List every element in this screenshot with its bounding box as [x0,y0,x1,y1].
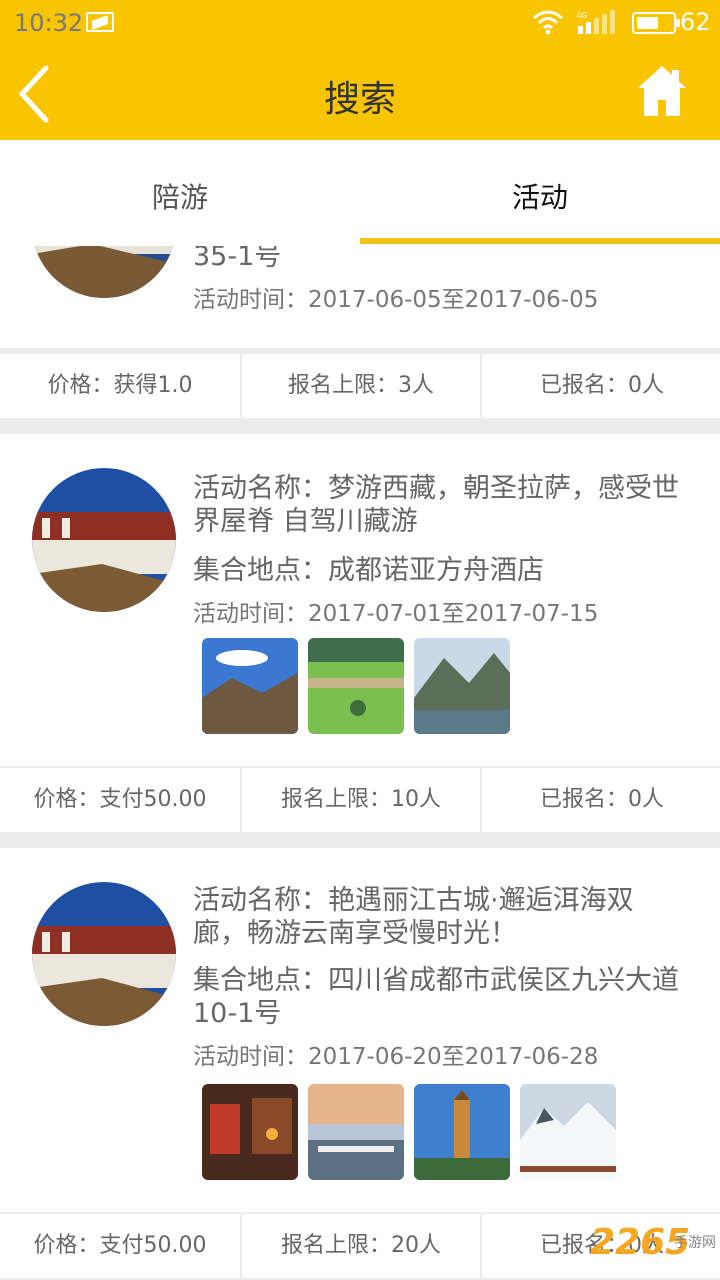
price-label: 价格：获得1.0 [47,373,193,398]
activity-photo[interactable] [202,638,298,734]
home-button[interactable] [636,64,688,118]
activity-time: 活动时间：2017-06-05至2017-06-05 [193,287,599,313]
page-title: 搜索 [323,79,396,120]
limit-label: 报名上限：10人 [240,768,480,832]
activity-photo[interactable] [414,1084,510,1180]
meeting-place: 集合地点：四川省成都市武侯区九兴大道10-1号 [193,965,679,1029]
limit-label: 报名上限：3人 [240,354,480,418]
activity-list[interactable]: 35-1号 活动时间：2017-06-05至2017-06-05 价格：获得1.… [0,246,720,1280]
tab-indicator [360,238,720,244]
activity-photo[interactable] [414,638,510,734]
tab-activities[interactable]: 活动 [360,140,720,246]
activity-card[interactable]: 35-1号 活动时间：2017-06-05至2017-06-05 [0,246,720,348]
watermark-logo: 2265 手游网 [590,1222,716,1276]
activity-footer: 价格：支付50.00 报名上限：10人 已报名：0人 [0,766,720,832]
enrolled-label: 已报名：0人 [480,768,720,832]
activity-time: 活动时间：2017-07-01至2017-07-15 [193,601,599,627]
wifi-icon [533,10,563,35]
avatar [32,246,176,298]
signal-icon: 4G [576,10,615,34]
activity-card[interactable]: 活动名称：艳遇丽江古城·邂逅洱海双廊，畅游云南享受慢时光！ 集合地点：四川省成都… [0,848,720,1212]
battery-icon [632,12,680,34]
activity-footer: 价格：获得1.0 报名上限：3人 已报名：0人 [0,352,720,418]
nav-bar: 搜索 [0,44,720,140]
activity-name: 活动名称：梦游西藏，朝圣拉萨，感受世界屋脊 自驾川藏游 [193,473,679,537]
status-time: 10:32 [14,9,84,37]
avatar [32,468,176,612]
activity-photo[interactable] [202,1084,298,1180]
battery-percent: 62 [680,8,711,36]
notification-icon [86,12,114,32]
activity-card[interactable]: 活动名称：梦游西藏，朝圣拉萨，感受世界屋脊 自驾川藏游 集合地点：成都诺亚方舟酒… [0,434,720,766]
meeting-place: 集合地点：成都诺亚方舟酒店 [193,555,544,586]
watermark-sub: 手游网 [674,1235,716,1251]
tab-companion[interactable]: 陪游 [0,140,360,246]
tab-bar: 陪游 活动 [0,140,720,246]
activity-time: 活动时间：2017-06-20至2017-06-28 [193,1044,599,1070]
limit-label: 报名上限：20人 [240,1214,480,1278]
activity-photo[interactable] [308,1084,404,1180]
price-label: 价格：支付50.00 [33,1233,207,1258]
price-label: 价格：支付50.00 [33,787,207,812]
activity-photo[interactable] [308,638,404,734]
avatar [32,882,176,1026]
enrolled-label: 已报名：0人 [480,354,720,418]
status-bar: 10:32 4G 62 [0,0,720,44]
activity-photo[interactable] [520,1084,616,1180]
svg-text:4G: 4G [576,11,587,20]
meeting-place: 35-1号 [193,246,282,272]
activity-name: 活动名称：艳遇丽江古城·邂逅洱海双廊，畅游云南享受慢时光！ [193,885,634,949]
